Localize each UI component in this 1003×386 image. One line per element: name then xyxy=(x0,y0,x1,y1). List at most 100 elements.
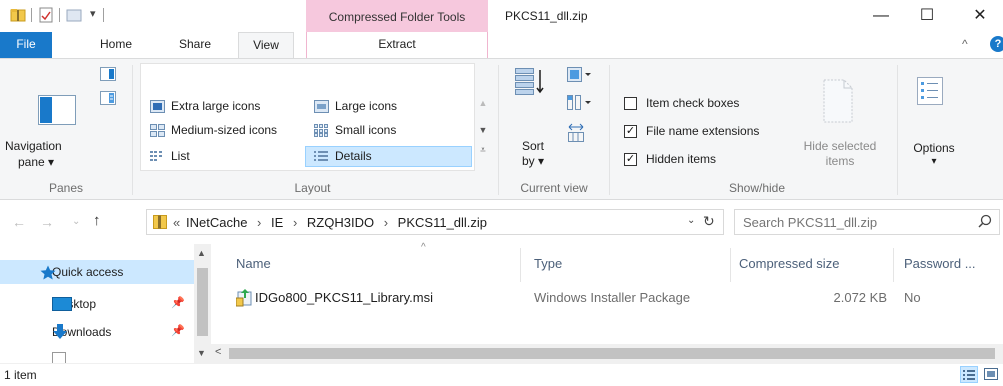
hide-selected-items-label[interactable]: Hide selected xyxy=(796,139,884,153)
back-arrow-icon[interactable]: ← xyxy=(12,214,26,230)
hidden-items-checkbox[interactable]: ✓ xyxy=(624,153,637,166)
scroll-down-icon[interactable]: ▼ xyxy=(197,348,206,358)
path-overflow[interactable]: « xyxy=(173,215,180,230)
sort-by-icon[interactable] xyxy=(514,67,546,102)
size-columns-icon[interactable] xyxy=(567,123,585,146)
tab-home[interactable]: Home xyxy=(91,32,141,58)
download-arrow-icon xyxy=(52,324,68,343)
crumb-separator[interactable]: › xyxy=(251,215,267,230)
extra-large-icons-icon xyxy=(150,100,165,113)
layout-small-icons[interactable]: Small icons xyxy=(335,123,396,137)
layout-large-icons[interactable]: Large icons xyxy=(335,99,397,113)
scroll-thumb[interactable] xyxy=(197,268,208,336)
preview-pane-icon[interactable] xyxy=(100,67,116,84)
forward-arrow-icon[interactable]: → xyxy=(40,214,54,230)
sort-indicator-icon: ^ xyxy=(421,242,426,253)
hidden-items-label[interactable]: Hidden items xyxy=(646,152,716,166)
search-box[interactable] xyxy=(734,209,1000,235)
details-view-button[interactable] xyxy=(960,366,978,383)
search-input[interactable] xyxy=(741,213,961,231)
customize-qa-icon[interactable]: ▾ xyxy=(90,7,96,20)
pin-icon[interactable]: 📌 xyxy=(171,296,185,309)
layout-list[interactable]: List xyxy=(171,149,190,163)
scroll-left-icon[interactable]: < xyxy=(215,346,221,358)
column-header-password[interactable]: Password ... xyxy=(904,256,976,271)
tab-share[interactable]: Share xyxy=(170,32,220,58)
up-arrow-icon[interactable]: ↑ xyxy=(93,212,101,229)
layout-scroll-up-icon[interactable]: ▲ xyxy=(477,96,489,110)
folder-icon[interactable] xyxy=(10,7,26,23)
star-icon xyxy=(40,265,56,283)
crumb-pkcs11-zip[interactable]: PKCS11_dll.zip xyxy=(398,215,487,230)
scroll-up-icon[interactable]: ▲ xyxy=(197,248,206,258)
nav-item-desktop[interactable]: Desktop xyxy=(0,292,195,316)
navigation-pane-label[interactable]: Navigation xyxy=(5,139,62,153)
column-separator xyxy=(893,248,894,282)
sort-by-label-2[interactable]: by ▾ xyxy=(522,154,544,168)
qa-separator xyxy=(31,8,32,22)
navigation-pane-icon[interactable] xyxy=(38,95,76,128)
pin-icon[interactable]: 📌 xyxy=(171,324,185,337)
horizontal-scrollbar[interactable]: < xyxy=(211,344,1003,363)
help-icon[interactable]: ? xyxy=(990,36,1003,52)
new-folder-icon[interactable] xyxy=(66,7,82,23)
scroll-thumb[interactable] xyxy=(229,348,995,359)
details-pane-icon[interactable] xyxy=(100,91,116,108)
zip-folder-icon xyxy=(153,214,167,233)
address-dropdown-icon[interactable]: ⌄ xyxy=(687,215,695,226)
refresh-icon[interactable]: ↻ xyxy=(703,213,715,230)
crumb-inetcache[interactable]: INetCache xyxy=(186,215,247,230)
group-separator xyxy=(498,65,499,195)
item-check-boxes-label[interactable]: Item check boxes xyxy=(646,96,739,110)
search-icon[interactable] xyxy=(978,214,992,231)
large-icons-view-button[interactable] xyxy=(982,366,1000,383)
minimize-button[interactable]: — xyxy=(858,0,904,32)
group-separator xyxy=(609,65,610,195)
qa-separator xyxy=(103,8,104,22)
table-row[interactable]: IDGo800_PKCS11_Library.msi Windows Insta… xyxy=(211,284,1003,312)
sort-by-label[interactable]: Sort xyxy=(522,139,544,153)
msi-installer-icon xyxy=(235,289,252,310)
file-password: No xyxy=(904,290,921,305)
navigation-pane-label-2[interactable]: pane ▾ xyxy=(18,155,54,169)
crumb-rzqh3ido[interactable]: RZQH3IDO xyxy=(307,215,374,230)
column-header-compressed-size[interactable]: Compressed size xyxy=(739,256,839,271)
nav-item-quick-access[interactable]: Quick access xyxy=(0,260,195,284)
context-tab-label: Compressed Folder Tools xyxy=(306,0,488,32)
options-dropdown-icon[interactable]: ▾ xyxy=(904,156,964,167)
tab-extract[interactable]: Extract xyxy=(306,32,488,58)
hide-selected-items-icon[interactable] xyxy=(823,79,853,126)
file-name-extensions-label[interactable]: File name extensions xyxy=(646,124,759,138)
nav-item-downloads[interactable]: Downloads xyxy=(0,320,195,344)
layout-medium-icons[interactable]: Medium-sized icons xyxy=(171,123,277,137)
breadcrumb: INetCache › IE › RZQH3IDO › PKCS11_dll.z… xyxy=(186,215,487,230)
item-check-boxes-checkbox[interactable] xyxy=(624,97,637,110)
recent-locations-icon[interactable]: ⌄ xyxy=(72,216,80,227)
group-by-icon[interactable] xyxy=(567,67,593,86)
tab-file[interactable]: File xyxy=(0,32,52,58)
column-header-type[interactable]: Type xyxy=(534,256,562,271)
file-name: IDGo800_PKCS11_Library.msi xyxy=(255,290,433,305)
crumb-separator[interactable]: › xyxy=(378,215,394,230)
collapse-ribbon-icon[interactable]: ^ xyxy=(962,37,968,51)
add-columns-icon[interactable] xyxy=(567,95,593,114)
hide-selected-items-label-2[interactable]: items xyxy=(796,154,884,168)
options-label[interactable]: Options xyxy=(904,141,964,155)
crumb-separator[interactable]: › xyxy=(287,215,303,230)
column-header-name[interactable]: Name xyxy=(236,256,271,271)
options-icon[interactable] xyxy=(917,77,943,108)
layout-scroll-down-icon[interactable]: ▼ xyxy=(477,123,489,137)
nav-pane-scrollbar[interactable]: ▲ ▼ xyxy=(194,244,211,363)
address-row: ← → ⌄ ↑ « INetCache › IE › RZQH3IDO › PK… xyxy=(0,200,1003,244)
crumb-ie[interactable]: IE xyxy=(271,215,283,230)
layout-expand-icon[interactable]: ⩡ xyxy=(477,144,489,158)
file-name-extensions-checkbox[interactable]: ✓ xyxy=(624,125,637,138)
close-button[interactable]: ✕ xyxy=(957,0,1003,32)
maximize-button[interactable]: ☐ xyxy=(904,0,950,32)
list-icon xyxy=(150,150,165,163)
address-bar[interactable]: « INetCache › IE › RZQH3IDO › PKCS11_dll… xyxy=(146,209,724,235)
layout-extra-large-icons[interactable]: Extra large icons xyxy=(171,99,260,113)
layout-details[interactable]: Details xyxy=(335,149,372,163)
tab-view[interactable]: View xyxy=(238,32,294,58)
properties-icon[interactable] xyxy=(38,7,54,23)
